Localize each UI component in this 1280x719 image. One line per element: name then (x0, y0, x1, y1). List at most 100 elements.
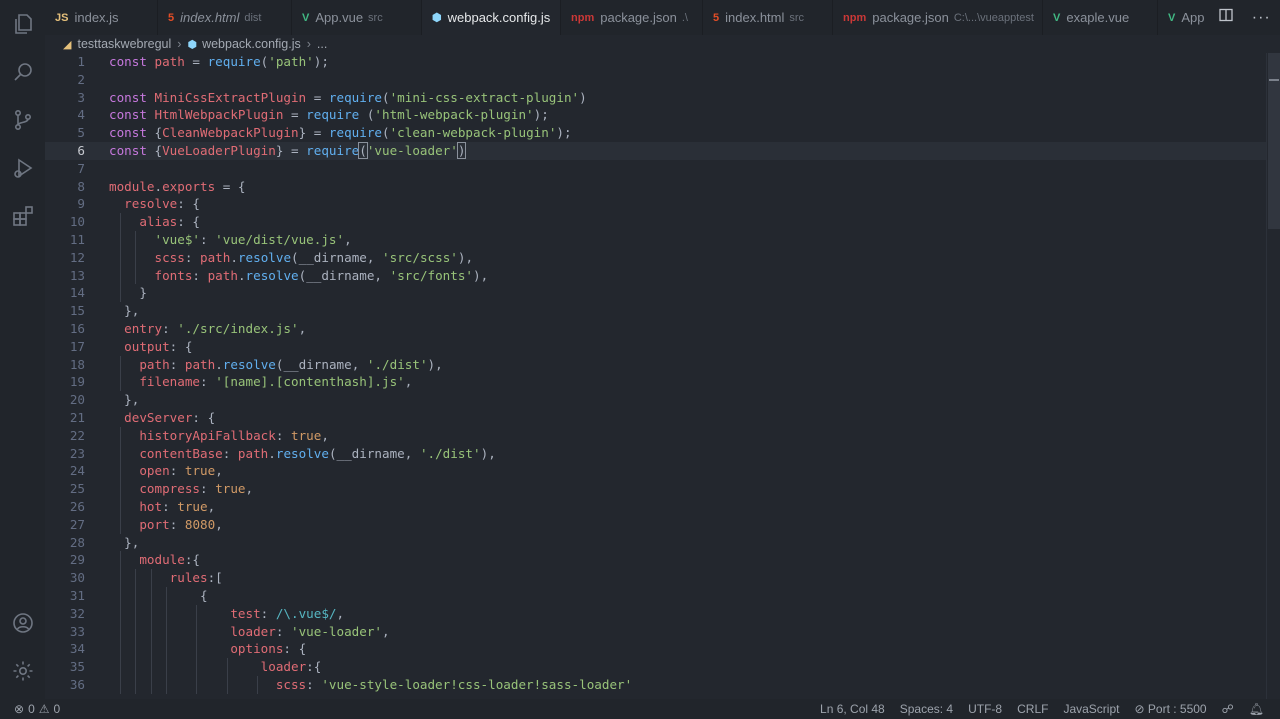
files-icon (14, 14, 32, 34)
code-line[interactable]: 31 { (45, 586, 1267, 605)
code-token: hot (139, 498, 163, 514)
line-number: 21 (69, 409, 85, 425)
code-token: module (139, 552, 185, 568)
file-encoding[interactable]: UTF-8 (968, 702, 1002, 716)
end-of-line[interactable]: CRLF (1017, 702, 1048, 716)
code-line[interactable]: 34 options: { (45, 640, 1267, 659)
line-number: 17 (69, 338, 85, 354)
code-line[interactable]: 13 fonts: path.resolve(__dirname, 'src/f… (45, 266, 1267, 285)
tab-package-json[interactable]: npm package.json .\ (561, 0, 703, 35)
code-token: : { (177, 196, 200, 212)
tab-index-html[interactable]: 5 index.html dist (158, 0, 292, 35)
breadcrumb-symbol[interactable]: ... (317, 37, 327, 51)
tab-exaple-vue[interactable]: Vexaple.vue (1043, 0, 1158, 35)
code-line[interactable]: 14 } (45, 284, 1267, 303)
code-line[interactable]: 33 loader: 'vue-loader', (45, 622, 1267, 641)
editor-scrollbar[interactable] (1266, 53, 1280, 699)
language-mode[interactable]: JavaScript (1063, 702, 1119, 716)
code-line[interactable]: 25 compress: true, (45, 480, 1267, 498)
code-line[interactable]: 17 output: { (45, 338, 1267, 356)
feedback-icon[interactable]: ☍ (1222, 702, 1234, 716)
code-line[interactable]: 3 const MiniCssExtractPlugin = require('m… (45, 89, 1267, 107)
line-code: hot: true, (109, 498, 215, 516)
tab-app[interactable]: V App (1158, 0, 1218, 35)
code-line[interactable]: 21 devServer: { (45, 409, 1267, 427)
line-code: const {CleanWebpackPlugin} = require('cl… (109, 124, 572, 142)
code-line[interactable]: 11 'vue$': 'vue/dist/vue.js', (45, 230, 1267, 249)
tab-webpack-config-js[interactable]: ⬢webpack.config.js✕ (422, 0, 561, 35)
code-line[interactable]: 30 rules:[ (45, 569, 1267, 587)
split-editor-icon[interactable] (1219, 8, 1233, 27)
code-line[interactable]: 28 }, (45, 534, 1267, 552)
code-line[interactable]: 16 entry: './src/index.js', (45, 320, 1267, 338)
problems-indicator[interactable]: ⊗ 0 ⚠ 0 (0, 702, 60, 716)
code-line[interactable]: 20 }, (45, 391, 1267, 409)
explorer-button[interactable] (0, 0, 45, 48)
source-control-button[interactable] (0, 96, 45, 144)
tab-index-js[interactable]: JS index.js (45, 0, 158, 35)
line-number: 13 (69, 267, 85, 283)
code-token: : (275, 427, 291, 443)
line-code: devServer: { (109, 409, 215, 427)
code-line[interactable]: 24 open: true, (45, 462, 1267, 481)
code-line[interactable]: 8 module.exports = { (45, 178, 1267, 196)
code-line[interactable]: 6 const {VueLoaderPlugin} = require('vue-… (45, 141, 1267, 160)
code-token: /\.vue$/ (275, 605, 337, 621)
breadcrumb-folder[interactable]: testtaskwebregul (77, 37, 171, 51)
line-number: 20 (69, 392, 85, 408)
tab-app-vue[interactable]: V App.vue src (292, 0, 422, 35)
line-number: 25 (69, 481, 85, 497)
code-line[interactable]: 7 (45, 160, 1267, 178)
accounts-button[interactable] (0, 599, 45, 647)
more-actions-icon[interactable]: ··· (1252, 9, 1271, 27)
code-token: './dist' (366, 356, 428, 372)
code-token: (__dirname, (328, 445, 420, 461)
breadcrumb-file[interactable]: webpack.config.js (202, 37, 301, 51)
extensions-button[interactable] (0, 192, 45, 240)
tab-package-json[interactable]: npm package.json C:\...\vueapptest (833, 0, 1043, 35)
code-line[interactable]: 5 const {CleanWebpackPlugin} = require('c… (45, 124, 1267, 142)
cursor-position[interactable]: Ln 6, Col 48 (820, 702, 885, 716)
code-line[interactable]: 1 const path = require('path'); (45, 53, 1267, 71)
code-line[interactable]: 18 path: path.resolve(__dirname, './dist… (45, 355, 1267, 374)
code-line[interactable]: 22 historyApiFallback: true, (45, 426, 1267, 445)
live-server-port[interactable]: ⊘ Port : 5500 (1134, 702, 1206, 716)
line-code: 'vue$': 'vue/dist/vue.js', (109, 231, 352, 249)
line-number: 5 (77, 125, 85, 141)
code-line[interactable]: 2 (45, 71, 1267, 89)
run-debug-button[interactable] (0, 144, 45, 192)
code-line[interactable]: 12 scss: path.resolve(__dirname, 'src/sc… (45, 248, 1267, 267)
search-button[interactable] (0, 48, 45, 96)
code-token: 'vue/dist/vue.js' (215, 231, 345, 247)
code-line[interactable]: 9 resolve: { (45, 195, 1267, 213)
code-line[interactable]: 27 port: 8080, (45, 515, 1267, 534)
line-code: resolve: { (109, 195, 200, 213)
code-line[interactable]: 35 loader:{ (45, 658, 1267, 676)
line-code: filename: '[name].[contenthash].js', (109, 373, 412, 391)
code-token: : (275, 623, 291, 639)
code-line[interactable]: 29 module:{ (45, 551, 1267, 570)
code-line[interactable]: 32 test: /\.vue$/, (45, 604, 1267, 623)
tab-index-html[interactable]: 5 index.html src (703, 0, 833, 35)
line-number: 8 (77, 178, 85, 194)
code-token: '[name].[contenthash].js' (215, 374, 405, 390)
code-line[interactable]: 10 alias: { (45, 213, 1267, 231)
manage-button[interactable] (0, 647, 45, 695)
code-line[interactable]: 26 hot: true, (45, 497, 1267, 516)
indentation[interactable]: Spaces: 4 (900, 702, 953, 716)
line-code: path: path.resolve(__dirname, './dist'), (109, 356, 442, 374)
code-line[interactable]: 4 const HtmlWebpackPlugin = require ('htm… (45, 106, 1267, 124)
code-line[interactable]: 23 contentBase: path.resolve(__dirname, … (45, 444, 1267, 463)
code-line[interactable]: 36 scss: 'vue-style-loader!css-loader!sa… (45, 675, 1267, 694)
code-line[interactable]: 19 filename: '[name].[contenthash].js', (45, 373, 1267, 392)
code-editor[interactable]: 1 const path = require('path'); 2 3 const Mi… (45, 53, 1267, 699)
code-line[interactable]: 15 }, (45, 302, 1267, 320)
line-code: const MiniCssExtractPlugin = require('mi… (109, 89, 587, 107)
bell-icon[interactable]: 🔔︎ (1249, 702, 1264, 716)
